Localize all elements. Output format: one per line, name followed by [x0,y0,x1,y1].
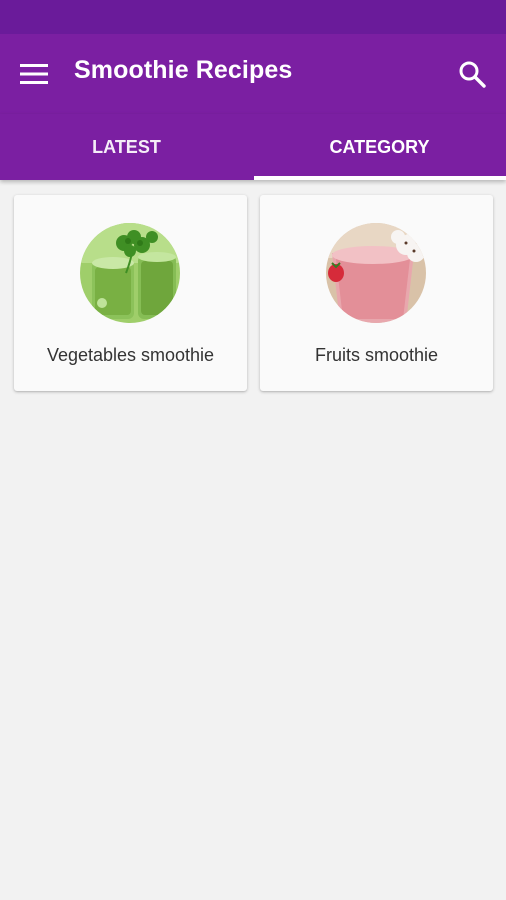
category-card-fruits[interactable]: Fruits smoothie [260,195,493,391]
tab-bar: LATEST CATEGORY [0,114,506,180]
category-card-vegetables[interactable]: Vegetables smoothie [14,195,247,391]
app-bar: Smoothie Recipes [0,34,506,114]
fruits-smoothie-image [326,223,426,323]
tab-category[interactable]: CATEGORY [253,114,506,180]
app-title: Smoothie Recipes [74,56,293,84]
vegetables-smoothie-image [80,223,180,323]
tab-latest[interactable]: LATEST [0,114,253,180]
category-label-vegetables: Vegetables smoothie [46,345,215,365]
search-icon [459,61,486,88]
status-bar [0,0,506,34]
menu-icon [20,64,48,84]
menu-button[interactable] [14,54,54,94]
search-button[interactable] [452,54,492,94]
category-label-fruits: Fruits smoothie [314,345,439,365]
tab-selected-indicator [254,176,506,180]
